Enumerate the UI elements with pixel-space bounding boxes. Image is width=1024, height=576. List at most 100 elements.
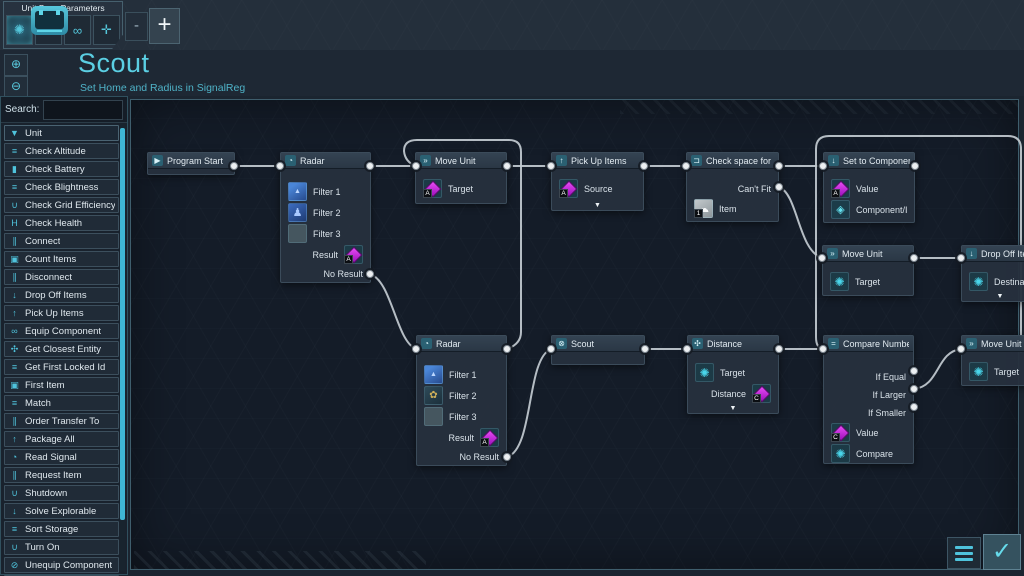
img-figure-icon[interactable]: ♟ bbox=[288, 203, 307, 222]
node-move-unit-1[interactable]: » Move Unit A Target bbox=[415, 152, 507, 204]
sidebar-item-pick-up-items[interactable]: ↑ Pick Up Items bbox=[4, 305, 119, 321]
sidebar-item-check-altitude[interactable]: ≡ Check Altitude bbox=[4, 143, 119, 159]
connection-port[interactable] bbox=[775, 345, 783, 353]
img-landscape-icon[interactable]: ▲ bbox=[424, 365, 443, 384]
node-set-to-component[interactable]: ↓ Set to Component A Value ◈ Component/Index bbox=[823, 152, 915, 223]
connection-port[interactable] bbox=[682, 162, 690, 170]
connection-port[interactable] bbox=[276, 162, 284, 170]
sheep-icon[interactable]: ☁ 1 bbox=[694, 199, 713, 218]
sidebar-item-shutdown[interactable]: ∪ Shutdown bbox=[4, 485, 119, 501]
zoom-in-button[interactable]: ⊕ bbox=[4, 54, 28, 76]
node-move-unit-2[interactable]: » Move Unit ✺ Target bbox=[822, 245, 914, 296]
sidebar-item-check-blightness[interactable]: ≡ Check Blightness bbox=[4, 179, 119, 195]
connection-port[interactable] bbox=[775, 183, 783, 191]
unit-signal-button[interactable]: ✺ bbox=[6, 15, 33, 45]
sidebar-item-turn-on[interactable]: ∪ Turn On bbox=[4, 539, 119, 555]
connection-port[interactable] bbox=[957, 345, 965, 353]
img-moth-icon[interactable]: ✿ bbox=[424, 386, 443, 405]
connection-port[interactable] bbox=[683, 345, 691, 353]
sidebar-item-check-health[interactable]: H Check Health bbox=[4, 215, 119, 231]
sidebar-item-connect[interactable]: ∥ Connect bbox=[4, 233, 119, 249]
value-diamond-icon[interactable]: A bbox=[344, 245, 363, 264]
sidebar-item-read-signal[interactable]: ◔ Read Signal bbox=[4, 449, 119, 465]
variables-list-button[interactable] bbox=[947, 537, 981, 569]
connection-port[interactable] bbox=[910, 403, 918, 411]
connection-port[interactable] bbox=[818, 254, 826, 262]
connection-port[interactable] bbox=[911, 162, 919, 170]
bug-icon[interactable]: ✺ bbox=[830, 272, 849, 291]
connection-port[interactable] bbox=[503, 162, 511, 170]
connection-port[interactable] bbox=[910, 254, 918, 262]
sidebar-item-unequip-component[interactable]: ⊘ Unequip Component bbox=[4, 557, 119, 573]
node-program-start[interactable]: ▶ Program Start bbox=[147, 152, 235, 175]
expand-arrow-icon[interactable]: ▼ bbox=[730, 405, 737, 412]
sidebar-item-get-first-locked-id[interactable]: ≡ Get First Locked Id bbox=[4, 359, 119, 375]
node-distance[interactable]: ✣ Distance ✺ Target Distance C ▼ bbox=[687, 335, 779, 414]
connection-port[interactable] bbox=[641, 345, 649, 353]
connection-port[interactable] bbox=[910, 385, 918, 393]
node-move-unit-3[interactable]: » Move Unit ✺ Target bbox=[961, 335, 1024, 386]
connection-port[interactable] bbox=[819, 162, 827, 170]
sidebar-item-count-items[interactable]: ▣ Count Items bbox=[4, 251, 119, 267]
sidebar-item-first-item[interactable]: ▣ First Item bbox=[4, 377, 119, 393]
connection-port[interactable] bbox=[366, 270, 374, 278]
sidebar-item-drop-off-items[interactable]: ↓ Drop Off Items bbox=[4, 287, 119, 303]
img-landscape-icon[interactable]: ▲ bbox=[288, 182, 307, 201]
node-scout[interactable]: ⊗ Scout bbox=[551, 335, 645, 365]
sidebar-item-match[interactable]: ≡ Match bbox=[4, 395, 119, 411]
sidebar-scrollbar-thumb[interactable] bbox=[120, 128, 125, 520]
node-compare-number[interactable]: = Compare Number If Equal If Larger If Small… bbox=[823, 335, 914, 464]
bug-icon[interactable]: ✺ bbox=[831, 444, 850, 463]
sidebar-item-check-grid-efficiency[interactable]: ∪ Check Grid Efficiency bbox=[4, 197, 119, 213]
sidebar-item-request-item[interactable]: ∥ Request Item bbox=[4, 467, 119, 483]
sidebar-item-unit[interactable]: ▼ Unit bbox=[4, 125, 119, 141]
connection-port[interactable] bbox=[640, 162, 648, 170]
value-diamond-icon[interactable]: C bbox=[831, 423, 850, 442]
value-diamond-icon[interactable]: A bbox=[423, 179, 442, 198]
add-parameter-button[interactable]: + bbox=[149, 8, 180, 44]
connection-port[interactable] bbox=[412, 162, 420, 170]
sidebar-item-sort-storage[interactable]: ≡ Sort Storage bbox=[4, 521, 119, 537]
connection-port[interactable] bbox=[503, 453, 511, 461]
node-radar-2[interactable]: ◔ Radar ▲ Filter 1 ✿ Filter 2 Filter 3 Result A N… bbox=[416, 335, 507, 466]
chain-button[interactable]: ∞ bbox=[64, 15, 91, 45]
empty-icon[interactable] bbox=[288, 224, 307, 243]
crystal-icon[interactable]: ◈ bbox=[831, 200, 850, 219]
sidebar-item-solve-explorable[interactable]: ↓ Solve Explorable bbox=[4, 503, 119, 519]
node-radar-1[interactable]: ◔ Radar ▲ Filter 1 ♟ Filter 2 Filter 3 Result A N… bbox=[280, 152, 371, 283]
connection-port[interactable] bbox=[547, 345, 555, 353]
node-pick-up-items[interactable]: ↑ Pick Up Items A Source ▼ bbox=[551, 152, 644, 211]
connection-port[interactable] bbox=[503, 345, 511, 353]
collapse-button[interactable]: ✛ bbox=[93, 15, 120, 45]
bug-icon[interactable]: ✺ bbox=[969, 362, 988, 381]
node-check-space-for-item[interactable]: ⊐ Check space for item Can't Fit ☁1 Item bbox=[686, 152, 779, 222]
connection-port[interactable] bbox=[775, 162, 783, 170]
connection-port[interactable] bbox=[366, 162, 374, 170]
zoom-out-button[interactable]: ⊖ bbox=[4, 76, 28, 98]
sidebar-item-equip-component[interactable]: ∞ Equip Component bbox=[4, 323, 119, 339]
sidebar-item-check-battery[interactable]: ▮ Check Battery bbox=[4, 161, 119, 177]
bug-icon[interactable]: ✺ bbox=[695, 363, 714, 382]
empty-icon[interactable] bbox=[424, 407, 443, 426]
connection-port[interactable] bbox=[547, 162, 555, 170]
search-input[interactable] bbox=[43, 99, 123, 120]
value-diamond-icon[interactable]: A bbox=[480, 428, 499, 447]
connection-port[interactable] bbox=[910, 367, 918, 375]
connection-port[interactable] bbox=[412, 345, 420, 353]
sidebar-item-package-all[interactable]: ↑ Package All bbox=[4, 431, 119, 447]
value-diamond-icon[interactable]: A bbox=[559, 179, 578, 198]
expand-arrow-icon[interactable]: ▼ bbox=[594, 202, 601, 209]
sidebar-item-order-transfer-to[interactable]: ∥ Order Transfer To bbox=[4, 413, 119, 429]
connection-port[interactable] bbox=[230, 162, 238, 170]
connection-port[interactable] bbox=[957, 254, 965, 262]
bug-icon[interactable]: ✺ bbox=[969, 272, 988, 291]
connection-port[interactable] bbox=[819, 345, 827, 353]
remove-parameter-button[interactable]: - bbox=[125, 12, 148, 41]
value-diamond-icon[interactable]: C bbox=[752, 384, 771, 403]
value-diamond-icon[interactable]: A bbox=[831, 179, 850, 198]
expand-arrow-icon[interactable]: ▼ bbox=[997, 293, 1004, 300]
sidebar-item-get-closest-entity[interactable]: ✣ Get Closest Entity bbox=[4, 341, 119, 357]
confirm-button[interactable]: ✓ bbox=[983, 534, 1021, 570]
sidebar-item-disconnect[interactable]: ∥ Disconnect bbox=[4, 269, 119, 285]
node-drop-off-item[interactable]: ↓ Drop Off Item ✺ Destinatio ▼ bbox=[961, 245, 1024, 302]
